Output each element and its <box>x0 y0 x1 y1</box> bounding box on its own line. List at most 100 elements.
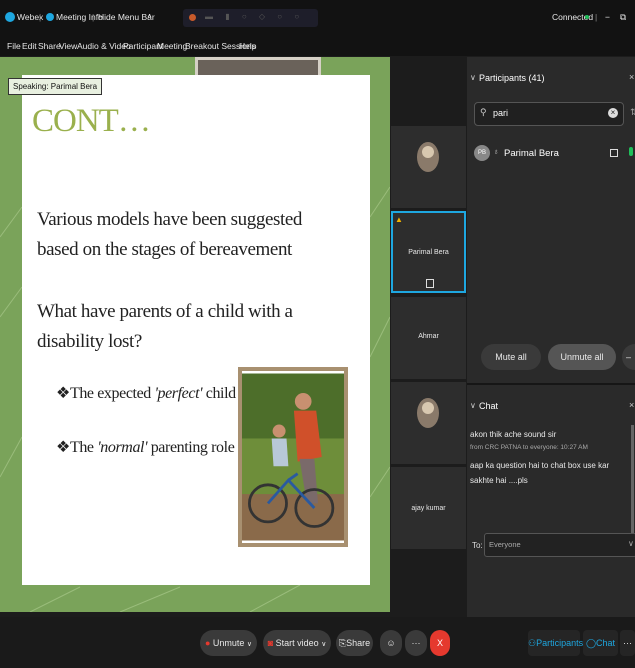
person-icon: ⚇ <box>528 638 537 648</box>
participants-header: Participants (41) <box>479 73 545 83</box>
video-off-icon: ◙ <box>267 638 274 648</box>
to-label: To: <box>472 541 483 550</box>
chevron-up-icon[interactable]: ∧ <box>147 12 152 20</box>
start-video-label: Start video <box>275 638 319 648</box>
menu-share[interactable]: Share <box>38 41 61 51</box>
chat-label: Chat <box>596 638 616 648</box>
chat-panel-button[interactable]: ◯Chat <box>583 630 618 656</box>
recipient-value: Everyone <box>489 540 521 549</box>
share-icon <box>610 149 618 157</box>
toolbar-dots: ▬ ▮ ○ ◇ ○ ○ <box>205 12 305 21</box>
separator: | <box>595 12 598 22</box>
tile-name: ajay kumar <box>411 505 446 512</box>
restore-button[interactable]: ⧉ <box>620 12 626 23</box>
webex-logo-icon <box>5 12 15 22</box>
mic-muted-icon: ● <box>204 638 211 648</box>
unmute-label: Unmute <box>212 638 245 648</box>
tile-name: Ahmar <box>418 333 439 340</box>
title-bar: Webex | Meeting Info | Hide Menu Bar ∧ ▬… <box>0 0 635 36</box>
bullet-text: child <box>202 385 236 402</box>
connected-dot-icon <box>585 15 589 19</box>
unmute-button[interactable]: ● Unmute ∨ <box>200 630 257 656</box>
recipient-select[interactable]: Everyone ∨ <box>484 533 635 557</box>
unmute-all-button[interactable]: Unmute all <box>548 344 616 370</box>
menu-edit[interactable]: Edit <box>22 41 37 51</box>
overflow-button[interactable]: ··· <box>620 630 635 656</box>
more-options-button[interactable]: – <box>622 344 635 370</box>
chat-message: aap ka question hai to chat box use kar … <box>470 461 610 485</box>
menu-file[interactable]: File <box>7 41 21 51</box>
tile-name: Parimal Bera <box>408 249 449 256</box>
chat-bubble-icon: ◯ <box>585 638 597 648</box>
start-video-button[interactable]: ◙ Start video ∨ <box>263 630 331 656</box>
menu-view[interactable]: View <box>59 41 77 51</box>
close-chat-icon[interactable]: × <box>629 400 634 410</box>
warning-icon: ▲ <box>395 215 403 224</box>
bullet-text: The <box>69 439 98 456</box>
pin-icon: ♁ <box>493 147 499 156</box>
search-icon: ⚲ <box>480 107 487 117</box>
bullet-emphasis: 'perfect' <box>154 385 203 402</box>
more-options-button[interactable]: ··· <box>405 630 427 656</box>
info-icon <box>46 13 54 21</box>
clear-search-icon[interactable]: × <box>608 108 618 118</box>
chevron-down-icon: ∨ <box>321 641 327 648</box>
menu-bar: File Edit Share View Audio & Video Parti… <box>0 36 635 56</box>
participant-tile[interactable] <box>391 382 466 464</box>
bicycle-photo <box>238 367 348 547</box>
chevron-down-icon[interactable]: ∨ <box>470 401 476 410</box>
bullet-text: The expected <box>69 385 155 402</box>
mic-icon <box>629 147 633 156</box>
floating-toolbar[interactable]: ▬ ▮ ○ ◇ ○ ○ <box>183 9 318 27</box>
participant-search-field[interactable]: ⚲ pari × <box>474 102 624 126</box>
bullet-text: parenting role <box>147 439 235 456</box>
speaking-indicator: Speaking: Parimal Bera <box>8 78 103 95</box>
participant-list-item[interactable]: PB ♁ Parimal Bera <box>474 145 635 169</box>
meeting-info-button[interactable]: Meeting Info <box>56 12 103 22</box>
participant-tile[interactable] <box>391 126 466 208</box>
sort-icon[interactable]: ⇅ <box>630 107 635 118</box>
participant-tile-active[interactable]: ▲ Parimal Bera <box>391 211 466 293</box>
chevron-down-icon: ∨ <box>246 641 253 648</box>
mute-all-button[interactable]: Mute all <box>481 344 541 370</box>
chat-scrollbar[interactable] <box>631 425 634 535</box>
menu-help[interactable]: Help <box>239 41 256 51</box>
slide-title: CONT… <box>32 103 151 139</box>
share-button[interactable]: ⎘Share <box>336 630 373 656</box>
share-icon: ⎘ <box>338 638 347 648</box>
chat-message: akon thik ache sound sir <box>470 430 557 439</box>
chat-meta: from CRC PATNA to everyone: 10:27 AM <box>470 444 588 451</box>
avatar <box>417 398 439 428</box>
slide-bullet-2: ❖The 'normal' parenting role <box>56 437 235 457</box>
menu-meeting[interactable]: Meeting <box>157 41 187 51</box>
avatar <box>417 142 439 172</box>
panel-divider <box>467 383 635 385</box>
search-input[interactable]: pari <box>493 108 508 118</box>
bullet-icon: ❖ <box>56 439 70 456</box>
participant-name: Parimal Bera <box>504 148 559 159</box>
participant-tile[interactable]: ajay kumar <box>391 467 466 549</box>
share-label: Share <box>346 638 371 648</box>
chevron-down-icon: ∨ <box>628 539 634 548</box>
slide-bullet-1: ❖The expected 'perfect' child <box>56 383 236 403</box>
bullet-emphasis: 'normal' <box>97 439 148 456</box>
participants-panel-button[interactable]: ⚇Participants <box>528 630 584 656</box>
close-panel-icon[interactable]: × <box>629 72 634 82</box>
slide-paragraph-2: What have parents of a child with a disa… <box>37 301 293 352</box>
reactions-button[interactable]: ☺ <box>380 630 402 656</box>
participant-tile[interactable]: Ahmar <box>391 297 466 379</box>
meeting-controls-bar: ● Unmute ∨ ◙ Start video ∨ ⎘Share ☺ ··· … <box>0 617 635 668</box>
avatar: PB <box>474 145 490 161</box>
leave-meeting-button[interactable]: X <box>430 630 450 656</box>
chat-header: Chat <box>479 401 499 411</box>
right-panel: ∨ Participants (41) × ⚲ pari × ⇅ PB ♁ Pa… <box>467 57 635 617</box>
share-screen-icon <box>426 279 434 288</box>
minimize-button[interactable]: − <box>605 12 610 22</box>
chevron-down-icon[interactable]: ∨ <box>470 73 476 82</box>
toolbar-icon[interactable] <box>189 14 196 21</box>
smiley-icon: ☺ <box>386 638 396 648</box>
separator: | <box>92 12 95 22</box>
participants-label: Participants <box>536 638 584 648</box>
bullet-icon: ❖ <box>56 385 70 402</box>
slide-paragraph-1: Various models have been suggested based… <box>37 209 302 260</box>
